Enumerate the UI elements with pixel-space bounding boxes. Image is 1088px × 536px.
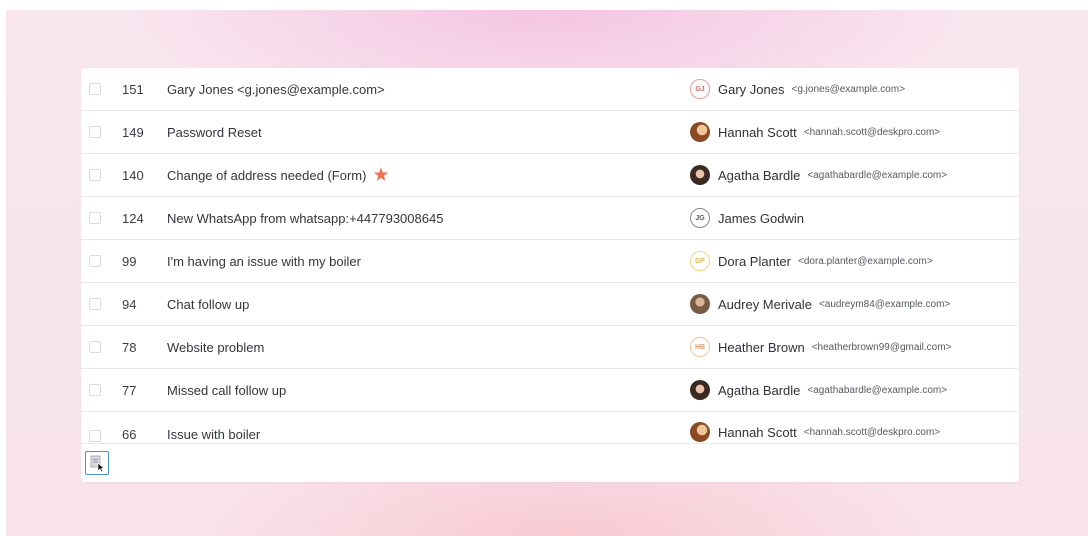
ticket-person[interactable]: Hannah Scott <hannah.scott@deskpro.com> bbox=[690, 122, 940, 142]
ticket-subject-text: I'm having an issue with my boiler bbox=[167, 253, 361, 269]
ticket-subject[interactable]: Gary Jones <g.jones@example.com> bbox=[167, 82, 385, 97]
row-checkbox[interactable] bbox=[89, 255, 101, 267]
ticket-person[interactable]: GJ Gary Jones <g.jones@example.com> bbox=[690, 79, 905, 99]
person-email: <g.jones@example.com> bbox=[791, 83, 906, 95]
ticket-row[interactable]: 151 Gary Jones <g.jones@example.com> GJ Gar… bbox=[81, 68, 1019, 111]
ticket-list-card: 151 Gary Jones <g.jones@example.com> GJ Gar… bbox=[81, 68, 1019, 482]
ticket-subject-text: Change of address needed (Form) bbox=[167, 167, 367, 183]
ticket-person[interactable]: Audrey Merivale <audreym84@example.com> bbox=[690, 294, 950, 314]
ticket-row[interactable]: 99 I'm having an issue with my boiler DP Do… bbox=[81, 240, 1019, 283]
ticket-person[interactable]: JG James Godwin bbox=[690, 208, 811, 228]
avatar bbox=[690, 422, 710, 442]
ticket-row[interactable]: 140 Change of address needed (Form) ★ Agath… bbox=[81, 154, 1019, 197]
row-checkbox[interactable] bbox=[89, 430, 101, 442]
avatar: HB bbox=[690, 337, 710, 357]
ticket-id: 149 bbox=[122, 124, 144, 140]
person-email: <audreym84@example.com> bbox=[818, 298, 951, 310]
ticket-row[interactable]: 94 Chat follow up Audrey Merivale <audreym8… bbox=[81, 283, 1019, 326]
person-name: Hannah Scott bbox=[718, 424, 797, 440]
avatar bbox=[690, 380, 710, 400]
star-icon[interactable]: ★ bbox=[372, 166, 389, 185]
ticket-person[interactable]: Agatha Bardle <agathabardle@example.com> bbox=[690, 165, 947, 185]
ticket-subject-text: Missed call follow up bbox=[167, 382, 287, 398]
ticket-id: 151 bbox=[122, 81, 144, 97]
row-checkbox[interactable] bbox=[89, 298, 101, 310]
ticket-subject-text: Website problem bbox=[167, 339, 265, 355]
avatar: JG bbox=[690, 208, 710, 228]
row-checkbox[interactable] bbox=[89, 341, 101, 353]
ticket-id: 78 bbox=[122, 339, 137, 355]
ticket-person[interactable]: DP Dora Planter <dora.planter@example.com> bbox=[690, 251, 933, 271]
ticket-id: 140 bbox=[122, 167, 144, 183]
avatar bbox=[690, 122, 710, 142]
ticket-id: 77 bbox=[122, 382, 137, 398]
ticket-row[interactable]: 77 Missed call follow up Agatha Bardle <aga… bbox=[81, 369, 1019, 412]
ticket-subject-text: Issue with boiler bbox=[167, 427, 261, 442]
ticket-subject[interactable]: Website problem bbox=[167, 340, 264, 355]
person-name: Audrey Merivale bbox=[718, 296, 812, 312]
ticket-row[interactable]: 124 New WhatsApp from whatsapp:+447793008… bbox=[81, 197, 1019, 240]
ticket-row[interactable]: 66 Issue with boiler Hannah Scott <hannah.s… bbox=[81, 412, 1019, 444]
ticket-subject[interactable]: Chat follow up bbox=[167, 297, 249, 312]
avatar: DP bbox=[690, 251, 710, 271]
person-name: Hannah Scott bbox=[718, 124, 797, 140]
ticket-subject-text: Chat follow up bbox=[167, 296, 250, 312]
ticket-person[interactable]: Agatha Bardle <agathabardle@example.com> bbox=[690, 380, 947, 400]
ticket-subject[interactable]: Missed call follow up bbox=[167, 383, 286, 398]
document-cursor-icon-graphic bbox=[90, 455, 105, 473]
row-checkbox[interactable] bbox=[89, 212, 101, 224]
ticket-id: 124 bbox=[122, 210, 144, 226]
ticket-subject[interactable]: Change of address needed (Form) ★ bbox=[167, 166, 390, 185]
person-email: <dora.planter@example.com> bbox=[797, 255, 933, 267]
person-name: Heather Brown bbox=[718, 339, 805, 355]
person-email: <agathabardle@example.com> bbox=[807, 169, 948, 181]
avatar: GJ bbox=[690, 79, 710, 99]
ticket-subject-text: New WhatsApp from whatsapp:+447793008645 bbox=[167, 210, 444, 226]
ticket-person[interactable]: Hannah Scott <hannah.scott@deskpro.com> bbox=[690, 422, 940, 442]
page-background: 151 Gary Jones <g.jones@example.com> GJ Gar… bbox=[6, 10, 1088, 536]
person-email: <hannah.scott@deskpro.com> bbox=[803, 426, 941, 438]
person-email: <heatherbrown99@gmail.com> bbox=[811, 341, 952, 353]
ticket-id: 99 bbox=[122, 253, 137, 269]
person-name: Agatha Bardle bbox=[718, 167, 801, 183]
person-name: Gary Jones bbox=[718, 81, 785, 97]
ticket-id: 66 bbox=[122, 427, 137, 442]
person-email: <agathabardle@example.com> bbox=[807, 384, 948, 396]
person-name: Agatha Bardle bbox=[718, 382, 801, 398]
ticket-id: 94 bbox=[122, 296, 137, 312]
ticket-subject[interactable]: New WhatsApp from whatsapp:+447793008645 bbox=[167, 211, 443, 226]
ticket-subject-text: Password Reset bbox=[167, 124, 262, 140]
row-checkbox[interactable] bbox=[89, 384, 101, 396]
ticket-row[interactable]: 78 Website problem HB Heather Brown <heather… bbox=[81, 326, 1019, 369]
ticket-row[interactable]: 149 Password Reset Hannah Scott <hannah.sco… bbox=[81, 111, 1019, 154]
person-name: James Godwin bbox=[718, 210, 804, 226]
ticket-subject-text: Gary Jones <g.jones@example.com> bbox=[167, 81, 385, 97]
person-name: Dora Planter bbox=[718, 253, 791, 269]
ticket-subject[interactable]: Password Reset bbox=[167, 125, 262, 140]
ticket-subject[interactable]: Issue with boiler bbox=[167, 427, 260, 442]
avatar bbox=[690, 294, 710, 314]
ticket-list: 151 Gary Jones <g.jones@example.com> GJ Gar… bbox=[81, 68, 1019, 444]
row-checkbox[interactable] bbox=[89, 83, 101, 95]
person-email: <hannah.scott@deskpro.com> bbox=[803, 126, 941, 138]
row-checkbox[interactable] bbox=[89, 126, 101, 138]
document-cursor-icon[interactable] bbox=[85, 451, 109, 475]
ticket-subject[interactable]: I'm having an issue with my boiler bbox=[167, 254, 361, 269]
ticket-person[interactable]: HB Heather Brown <heatherbrown99@gmail.com… bbox=[690, 337, 951, 357]
row-checkbox[interactable] bbox=[89, 169, 101, 181]
avatar bbox=[690, 165, 710, 185]
